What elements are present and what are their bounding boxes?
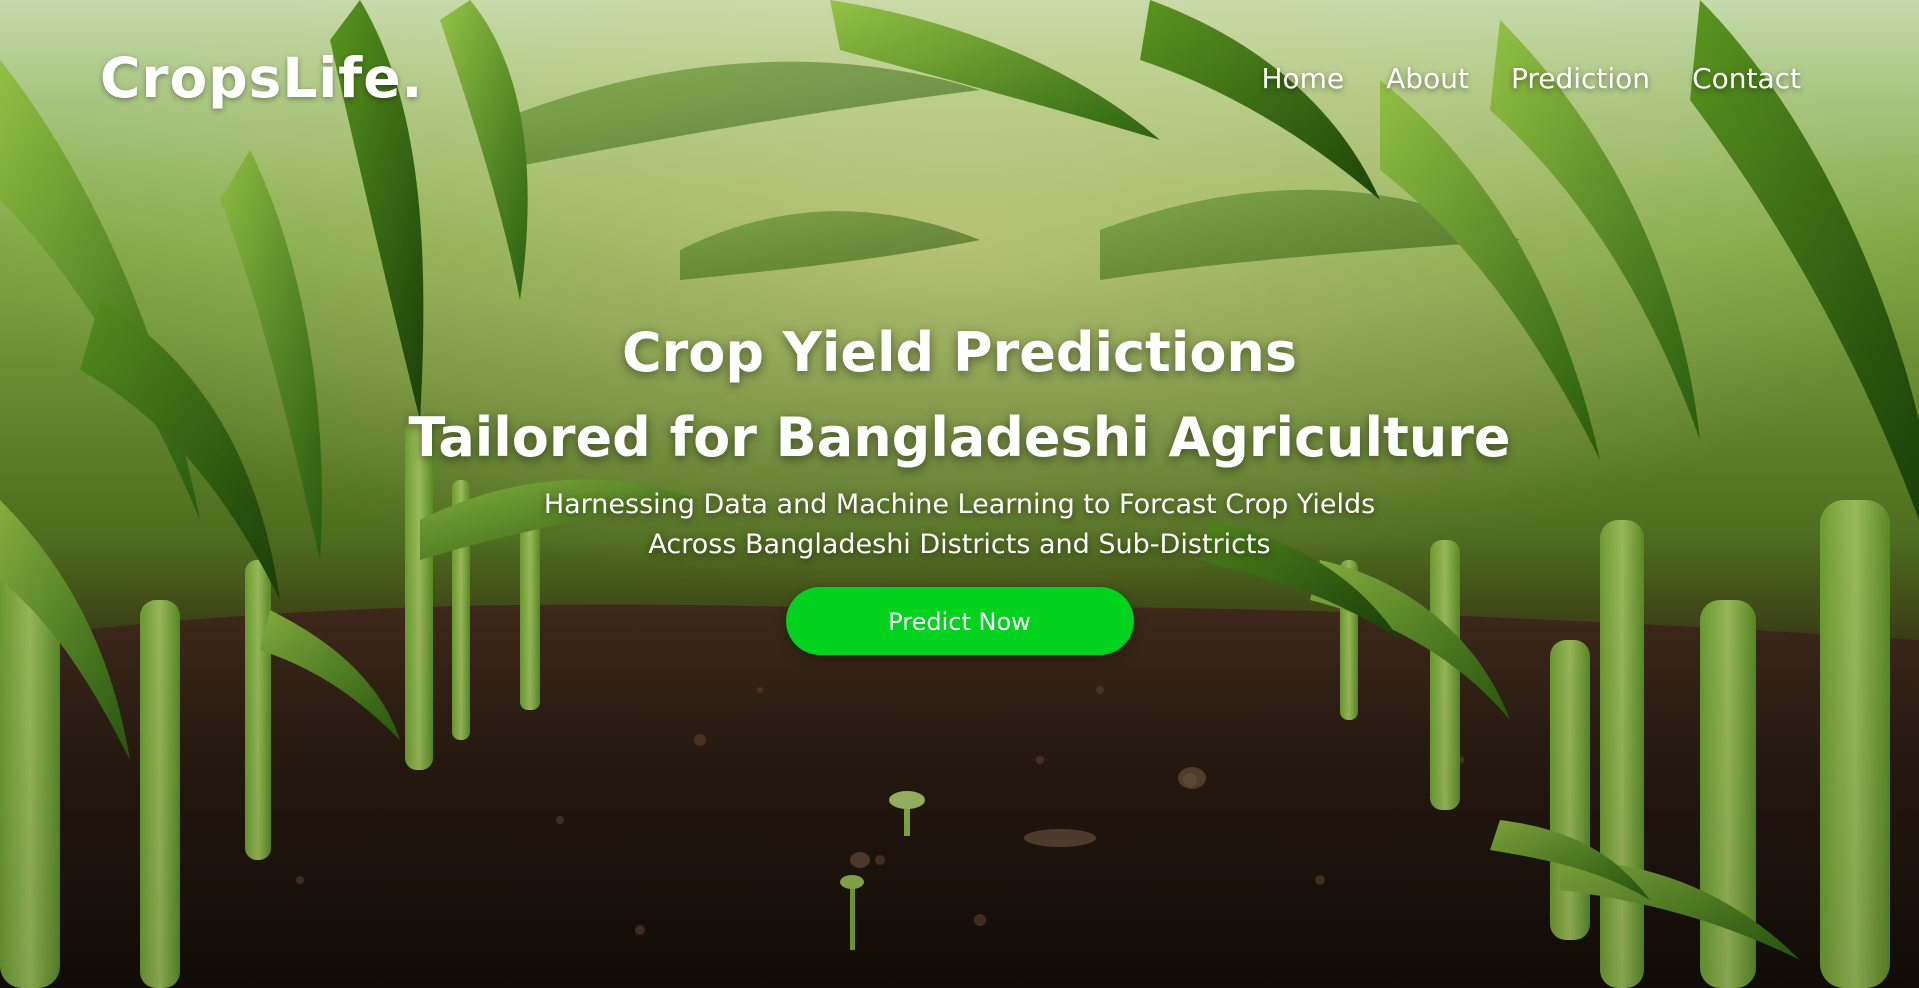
nav-link-about[interactable]: About [1386, 62, 1469, 95]
navbar: CropsLife. Home About Prediction Contact [0, 0, 1919, 170]
hero-content: Crop Yield Predictions Tailored for Bang… [0, 315, 1919, 655]
hero-section: CropsLife. Home About Prediction Contact… [0, 0, 1919, 988]
hero-title-line-2: Tailored for Bangladeshi Agriculture [408, 406, 1511, 469]
nav-link-prediction[interactable]: Prediction [1511, 62, 1650, 95]
hero-title-line-1: Crop Yield Predictions [621, 321, 1298, 384]
brand-logo[interactable]: CropsLife. [100, 46, 423, 110]
hero-subtitle-line-2: Across Bangladeshi Districts and Sub-Dis… [648, 529, 1271, 560]
nav-link-home[interactable]: Home [1261, 62, 1344, 95]
hero-subtitle-line-1: Harnessing Data and Machine Learning to … [543, 489, 1376, 520]
nav-link-contact[interactable]: Contact [1692, 62, 1801, 95]
nav-links: Home About Prediction Contact [1261, 62, 1801, 95]
predict-now-button[interactable]: Predict Now [785, 587, 1134, 655]
